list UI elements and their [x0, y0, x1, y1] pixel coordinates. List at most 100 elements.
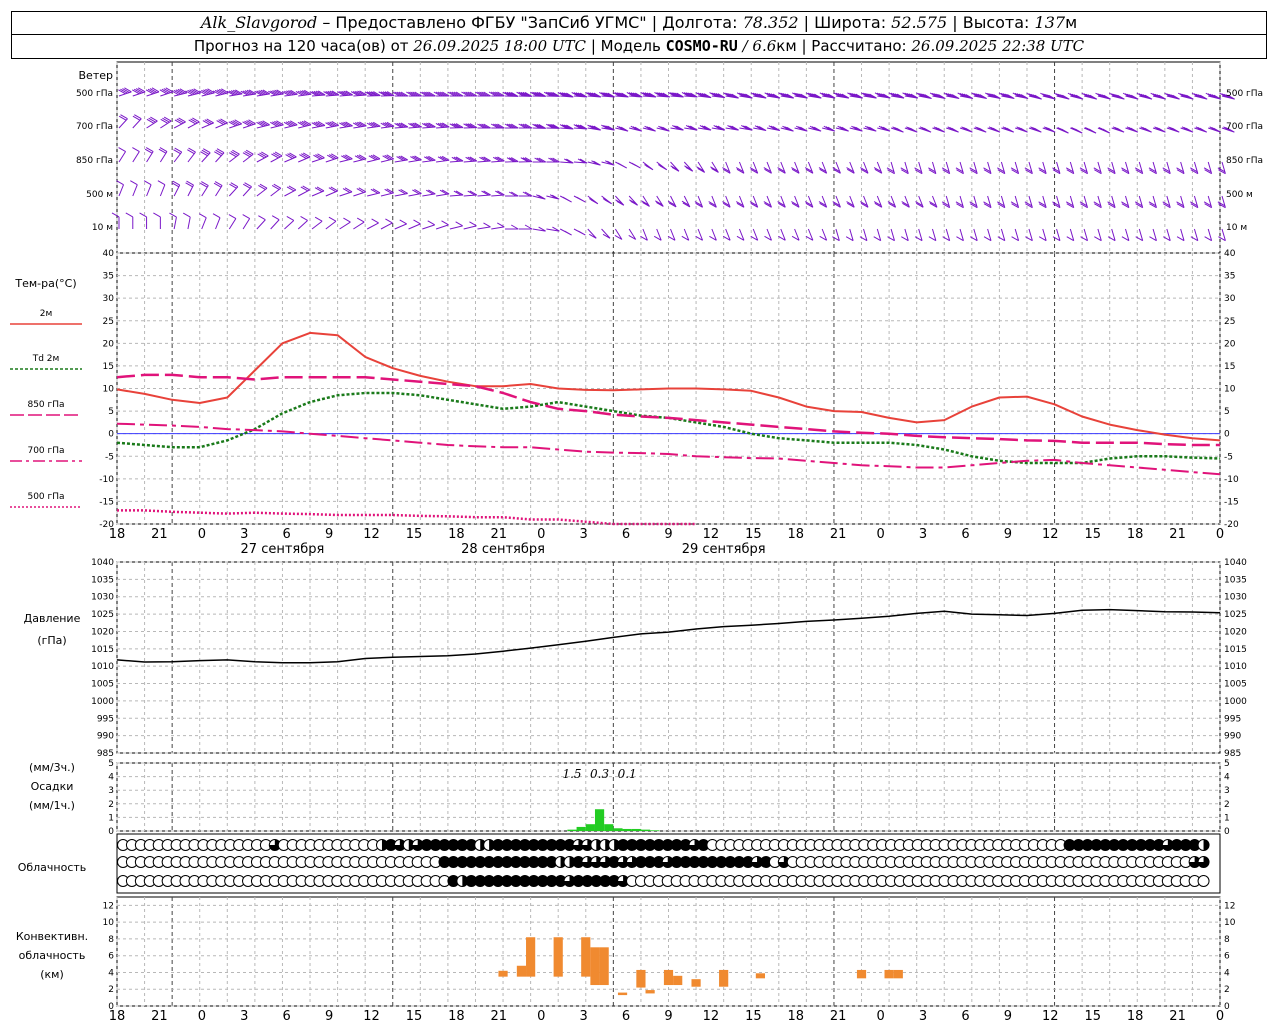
- hour-tick-label-bottom: 3: [240, 1009, 248, 1024]
- wind-barb: [874, 92, 891, 99]
- precip-tick-left: 0: [108, 827, 114, 837]
- wind-barb: [615, 125, 629, 132]
- wind-barb: [601, 195, 612, 205]
- precip-bar: [640, 829, 651, 831]
- temp-tick-right: 5: [1224, 407, 1230, 417]
- wind-barb: [463, 190, 478, 197]
- wind-level-left: 10 м: [92, 223, 113, 233]
- hour-tick-label-bottom: 9: [1004, 1009, 1012, 1024]
- hour-tick-label-bottom: 18: [787, 1009, 804, 1024]
- wind-barb: [601, 160, 615, 166]
- wind-barb: [778, 228, 786, 241]
- temp-tick-left: 10: [103, 385, 115, 395]
- wind-barb: [477, 222, 491, 230]
- wind-barb: [215, 118, 228, 129]
- wind-barb: [628, 228, 637, 240]
- wind-barb: [254, 89, 271, 97]
- convective-bar: [645, 990, 655, 994]
- wind-barb: [394, 122, 409, 129]
- meteogram-chart: -20 -20-15 -15-10 -10-5 -50 05 510 1015 1520 2025…: [10, 61, 1263, 1024]
- hour-tick-label-bottom: 12: [363, 1009, 380, 1024]
- wind-barb: [226, 89, 243, 97]
- wind-barb: [642, 125, 656, 132]
- hour-tick-label-bottom: 21: [830, 1009, 847, 1024]
- wind-barb: [833, 92, 850, 99]
- wind-barb: [1065, 161, 1075, 175]
- precip-bar: [604, 824, 614, 831]
- wind-barb: [311, 186, 325, 197]
- wind-barb: [928, 161, 937, 175]
- wind-barb: [973, 126, 987, 133]
- wind-barb: [614, 195, 625, 206]
- precip-tick-left: 4: [108, 773, 114, 783]
- hour-tick-label: 9: [325, 527, 333, 542]
- wind-barb: [463, 123, 478, 129]
- wind-barb: [422, 189, 436, 197]
- wind-barb: [298, 185, 310, 197]
- wind-barb: [256, 120, 270, 129]
- temp-tick-right: -15: [1224, 497, 1239, 507]
- pressure-unit-label: (гПа): [37, 634, 66, 647]
- cloud-label: Облачность: [18, 861, 87, 874]
- temp-tick-right: -5: [1224, 452, 1233, 462]
- hour-tick-label-bottom: 18: [109, 1009, 126, 1024]
- wind-barb: [157, 180, 166, 197]
- wind-barb: [695, 92, 712, 99]
- wind-barb: [130, 180, 138, 197]
- wind-barb: [169, 212, 177, 230]
- wind-barb: [929, 92, 946, 100]
- wind-barb: [132, 114, 142, 129]
- precip-bar: [585, 824, 595, 831]
- hour-tick-label: 12: [1042, 527, 1059, 542]
- convective-bar: [526, 937, 536, 977]
- wind-barb: [532, 157, 547, 163]
- wind-barb: [997, 161, 1006, 175]
- wind-barb: [847, 92, 863, 99]
- wind-barb: [433, 91, 450, 97]
- temp-tick-right: -20: [1224, 520, 1239, 530]
- temp-tick-left: 30: [103, 294, 115, 304]
- wind-barb: [1121, 195, 1130, 209]
- wind-barb: [132, 147, 140, 163]
- wind-barb: [378, 91, 395, 97]
- wind-barb: [1217, 161, 1226, 175]
- pressure-tick-left: 1025: [91, 610, 114, 620]
- temp-tick-left: 5: [108, 407, 114, 417]
- precip-tick-left: 2: [108, 800, 114, 810]
- wind-barb: [488, 91, 505, 97]
- wind-barb: [214, 148, 225, 163]
- wind-barb: [447, 91, 464, 97]
- wind-barb: [212, 88, 229, 97]
- pressure-tick-left: 1005: [91, 680, 114, 690]
- wind-barb: [1070, 127, 1083, 134]
- conv-tick-right: 12: [1224, 901, 1235, 911]
- conv-tick-left: 2: [108, 985, 114, 995]
- wind-barb: [1204, 228, 1213, 242]
- temp-tick-left: -15: [99, 497, 114, 507]
- wind-barb: [118, 114, 128, 129]
- pressure-tick-left: 995: [97, 714, 114, 724]
- wind-barb: [670, 124, 684, 131]
- precip-tick-right: 3: [1224, 786, 1230, 796]
- wind-barb: [419, 91, 436, 97]
- wind-barb: [873, 161, 883, 174]
- wind-barb: [298, 152, 311, 163]
- wind-barb: [763, 161, 772, 174]
- wind-barb: [1052, 195, 1061, 209]
- wind-barb: [1079, 161, 1089, 175]
- pressure-tick-left: 1040: [91, 558, 114, 568]
- hour-tick-label-bottom: 6: [961, 1009, 969, 1024]
- wind-barb: [408, 189, 422, 197]
- wind-barb: [337, 90, 353, 97]
- wind-barb: [681, 91, 698, 98]
- precip-bar: [622, 828, 632, 831]
- wind-barb: [350, 90, 367, 97]
- wind-barb: [928, 228, 937, 242]
- wind-barb: [436, 189, 450, 197]
- wind-barb: [518, 123, 533, 129]
- wind-barb: [240, 89, 257, 97]
- wind-barb: [750, 228, 759, 241]
- wind-barb: [435, 122, 450, 129]
- pressure-tick-right: 1005: [1224, 680, 1247, 690]
- wind-barb: [158, 147, 168, 163]
